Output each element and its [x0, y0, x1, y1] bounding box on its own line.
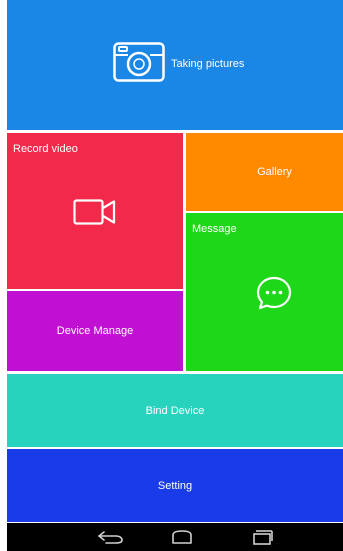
- recent-apps-button[interactable]: [245, 528, 279, 546]
- bind-device-label: Bind Device: [145, 405, 205, 417]
- message-tile[interactable]: Message: [186, 213, 343, 371]
- device-manage-tile[interactable]: Device Manage: [7, 291, 183, 371]
- taking-pictures-tile[interactable]: Taking pictures: [7, 0, 343, 130]
- system-navigation-bar: [7, 523, 343, 551]
- camera-icon: [113, 42, 165, 82]
- main-screen: Taking pictures Record video Gallery Mes…: [0, 0, 343, 551]
- message-label: Message: [192, 223, 237, 235]
- back-button[interactable]: [94, 528, 128, 546]
- taking-pictures-label: Taking pictures: [171, 58, 245, 70]
- chat-bubble-icon: [256, 276, 292, 310]
- recent-apps-icon: [253, 530, 273, 545]
- record-video-tile[interactable]: Record video: [7, 133, 183, 289]
- home-button[interactable]: [165, 528, 199, 546]
- setting-tile[interactable]: Setting: [7, 449, 343, 522]
- record-video-label: Record video: [13, 143, 78, 155]
- back-icon: [98, 531, 123, 544]
- bind-device-tile[interactable]: Bind Device: [7, 374, 343, 447]
- video-camera-icon: [73, 199, 116, 225]
- home-icon: [172, 530, 192, 544]
- setting-label: Setting: [157, 480, 193, 492]
- gallery-label: Gallery: [257, 166, 292, 178]
- gallery-tile[interactable]: Gallery: [186, 133, 343, 211]
- device-manage-label: Device Manage: [56, 325, 134, 337]
